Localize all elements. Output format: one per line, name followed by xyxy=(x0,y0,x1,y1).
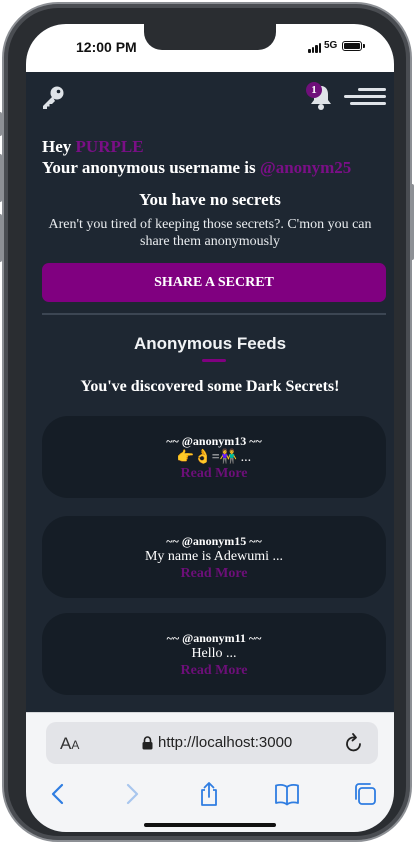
feeds-subtitle: You've discovered some Dark Secrets! xyxy=(80,378,340,395)
reload-icon[interactable] xyxy=(344,732,364,754)
bookmarks-icon[interactable] xyxy=(274,781,300,807)
notch xyxy=(144,24,276,50)
power-button xyxy=(410,184,414,260)
volume-up-button xyxy=(0,154,2,202)
read-more-link[interactable]: Read More xyxy=(42,466,386,482)
feed-text: Hello ... xyxy=(191,646,237,661)
share-icon[interactable] xyxy=(196,781,222,807)
home-indicator xyxy=(144,823,276,827)
text-size-button[interactable]: AA xyxy=(60,734,79,754)
phone-frame: 12:00 PM 5G 1 Hey PURPLE Your anonymous … xyxy=(0,2,414,842)
notifications-button[interactable]: 1 xyxy=(306,82,336,112)
user-name: PURPLE xyxy=(75,137,144,156)
key-icon[interactable] xyxy=(40,84,66,110)
feed-card: ~~ @anonym15 ~~ My name is Adewumi ... R… xyxy=(42,516,386,598)
feed-text: 👉👌=👫 ... xyxy=(176,450,252,465)
signal-icon xyxy=(308,43,322,53)
url-text: http://localhost:3000 xyxy=(158,734,293,751)
feed-author: ~~ @anonym13 ~~ xyxy=(166,434,262,448)
feed-card: ~~ @anonym13 ~~ 👉👌=👫 ... Read More xyxy=(42,416,386,498)
share-secret-button[interactable]: SHARE A SECRET xyxy=(42,263,386,302)
feed-author: ~~ @anonym15 ~~ xyxy=(166,534,262,548)
back-icon[interactable] xyxy=(46,781,72,807)
greeting-hey: Hey xyxy=(42,137,72,156)
status-bar: 12:00 PM 5G xyxy=(26,24,394,72)
tabs-icon[interactable] xyxy=(352,781,378,807)
username-prefix: Your anonymous username is xyxy=(42,158,256,177)
lock-icon xyxy=(142,736,153,750)
browser-toolbar: AA http://localhost:3000 xyxy=(26,712,394,832)
app-content: 1 Hey PURPLE Your anonymous username is … xyxy=(26,72,394,712)
screen: 12:00 PM 5G 1 Hey PURPLE Your anonymous … xyxy=(26,24,394,832)
status-time: 12:00 PM xyxy=(76,39,137,55)
feeds-title-underline xyxy=(202,359,226,362)
greeting: Hey PURPLE Your anonymous username is @a… xyxy=(42,136,351,178)
address-bar[interactable]: AA http://localhost:3000 xyxy=(46,722,378,764)
empty-state-text: Aren't you tired of keeping those secret… xyxy=(48,217,372,249)
forward-icon[interactable] xyxy=(118,781,144,807)
feed-card: ~~ @anonym11 ~~ Hello ... Read More xyxy=(42,613,386,695)
hamburger-menu-icon[interactable] xyxy=(344,88,386,106)
anonymous-username: @anonym25 xyxy=(259,158,352,177)
notification-badge: 1 xyxy=(306,82,322,98)
feed-author: ~~ @anonym11 ~~ xyxy=(166,631,262,645)
battery-icon xyxy=(342,41,365,51)
read-more-link[interactable]: Read More xyxy=(42,566,386,582)
mute-switch xyxy=(0,112,2,136)
feed-text: My name is Adewumi ... xyxy=(144,549,284,564)
read-more-link[interactable]: Read More xyxy=(42,663,386,679)
empty-state-title: You have no secrets xyxy=(139,190,281,209)
section-divider xyxy=(42,313,386,315)
volume-down-button xyxy=(0,214,2,262)
network-label: 5G xyxy=(324,40,338,51)
feeds-title: Anonymous Feeds xyxy=(133,334,287,353)
